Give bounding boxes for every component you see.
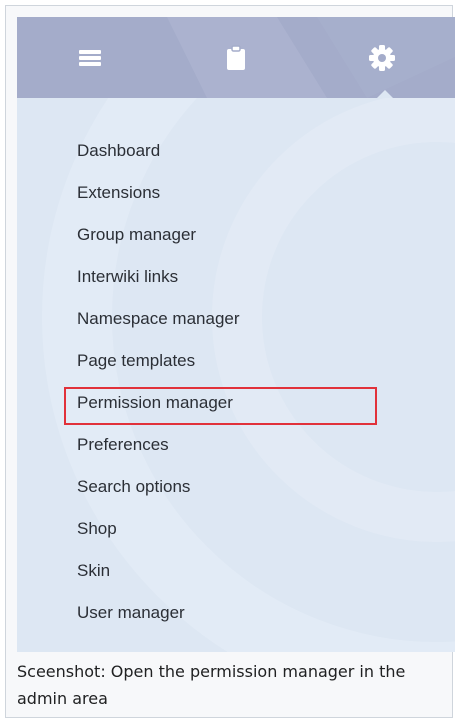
menu-item-page-templates[interactable]: Page templates bbox=[77, 346, 195, 376]
sidebar-tab-bar bbox=[17, 17, 455, 98]
image-caption: Sceenshot: Open the permission manager i… bbox=[17, 662, 406, 708]
menu-item-shop[interactable]: Shop bbox=[77, 514, 117, 544]
menu-item-namespace-manager[interactable]: Namespace manager bbox=[77, 304, 240, 334]
active-tab-indicator bbox=[376, 90, 394, 98]
menu-item-dashboard[interactable]: Dashboard bbox=[77, 136, 160, 166]
menu-item-interwiki-links[interactable]: Interwiki links bbox=[77, 262, 178, 292]
highlight-box bbox=[64, 387, 377, 425]
menu-item-skin[interactable]: Skin bbox=[77, 556, 110, 586]
menu-item-search-options[interactable]: Search options bbox=[77, 472, 190, 502]
menu-item-extensions[interactable]: Extensions bbox=[77, 178, 160, 208]
menu-item-preferences[interactable]: Preferences bbox=[77, 430, 169, 460]
tab-admin-settings[interactable] bbox=[309, 17, 455, 98]
admin-sidebar-panel: Dashboard Extensions Group manager Inter… bbox=[17, 17, 455, 652]
tab-page-tools[interactable] bbox=[163, 17, 309, 98]
menu-icon bbox=[79, 49, 101, 66]
menu-item-group-manager[interactable]: Group manager bbox=[77, 220, 196, 250]
clipboard-icon bbox=[227, 44, 245, 70]
menu-item-user-manager[interactable]: User manager bbox=[77, 598, 185, 628]
tab-navigation[interactable] bbox=[17, 17, 163, 98]
gear-icon bbox=[369, 44, 395, 71]
